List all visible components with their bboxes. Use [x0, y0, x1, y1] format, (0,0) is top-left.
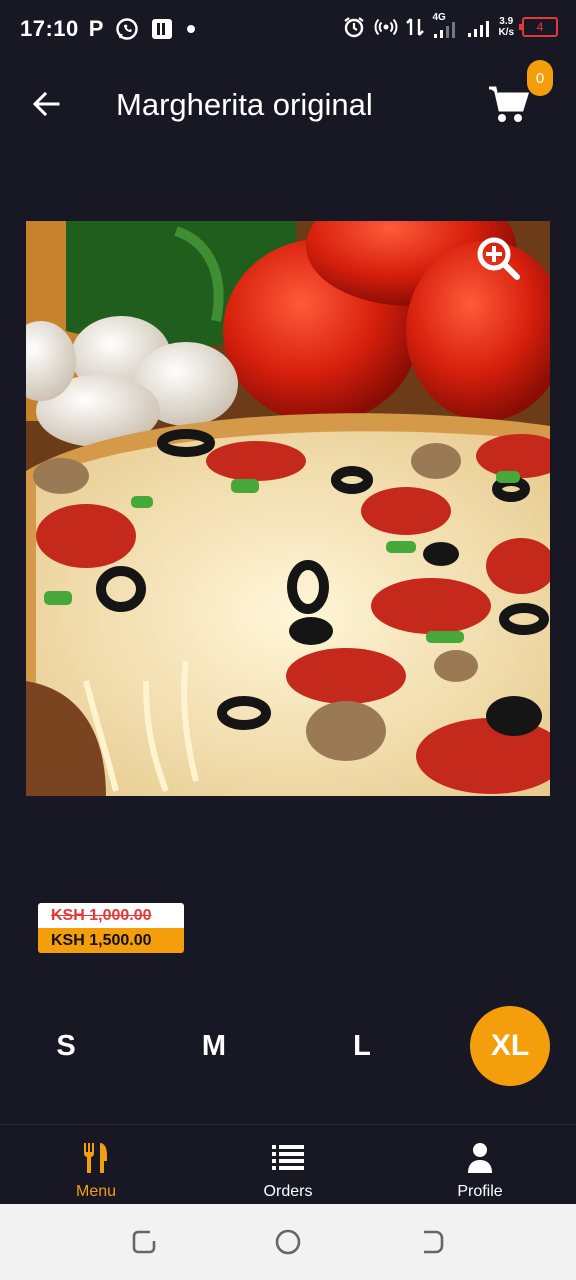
- battery-level: 4: [536, 20, 544, 34]
- zoom-in-icon[interactable]: [474, 234, 522, 282]
- signal-4g-icon: 4G: [432, 12, 458, 40]
- fork-knife-icon: [84, 1143, 107, 1173]
- dot-icon: [187, 25, 196, 33]
- nav-profile[interactable]: Profile: [384, 1125, 576, 1205]
- page-title: Margherita original: [116, 87, 373, 122]
- old-price: KSH 1,000.00: [38, 903, 184, 928]
- current-price: KSH 1,500.00: [38, 928, 184, 953]
- cart-count-badge: 0: [527, 60, 553, 96]
- system-status-icons: 4G 3.9 K/s 4: [342, 12, 558, 40]
- cart-icon[interactable]: [486, 82, 530, 126]
- nav-menu[interactable]: Menu: [0, 1125, 192, 1205]
- network-speed: 3.9 K/s: [498, 16, 514, 38]
- hotspot-icon: [374, 18, 398, 36]
- alarm-icon: [344, 17, 365, 38]
- speed-unit: K/s: [498, 27, 514, 38]
- pizza-illustration: [26, 221, 550, 796]
- app-header: Margherita original 0: [0, 60, 576, 150]
- status-time: 17:10: [20, 16, 79, 41]
- system-navigation-bar: [0, 1204, 576, 1280]
- parking-app-icon: [152, 19, 173, 39]
- whatsapp-icon: [116, 18, 139, 40]
- product-image[interactable]: [26, 221, 550, 796]
- data-transfer-icon: [406, 18, 425, 36]
- speed-value: 3.9: [499, 16, 514, 27]
- nav-profile-label: Profile: [457, 1183, 503, 1200]
- nav-orders-label: Orders: [263, 1183, 313, 1200]
- status-bar: 17:10 P 4G 3.9 K/s 4: [0, 0, 576, 58]
- list-icon: [272, 1145, 304, 1170]
- nav-menu-label: Menu: [75, 1183, 117, 1200]
- back-nav-icon[interactable]: [418, 1228, 446, 1256]
- battery-icon: 4: [519, 17, 558, 37]
- nav-orders[interactable]: Orders: [192, 1125, 384, 1205]
- size-xl-button[interactable]: XL: [470, 1006, 550, 1086]
- signal-icon: [468, 21, 490, 37]
- size-l-button[interactable]: L: [322, 1006, 402, 1086]
- size-m-button[interactable]: M: [174, 1006, 254, 1086]
- home-icon[interactable]: [274, 1228, 302, 1256]
- notification-icons: P: [89, 17, 198, 41]
- person-icon: [468, 1143, 492, 1173]
- back-arrow-icon[interactable]: [28, 86, 64, 122]
- p-app-icon: P: [88, 16, 104, 41]
- recents-icon[interactable]: [130, 1228, 158, 1256]
- bottom-navigation: Menu Orders Profile: [0, 1124, 576, 1204]
- size-s-button[interactable]: S: [26, 1006, 106, 1086]
- price-tag: KSH 1,000.00 KSH 1,500.00: [38, 903, 184, 953]
